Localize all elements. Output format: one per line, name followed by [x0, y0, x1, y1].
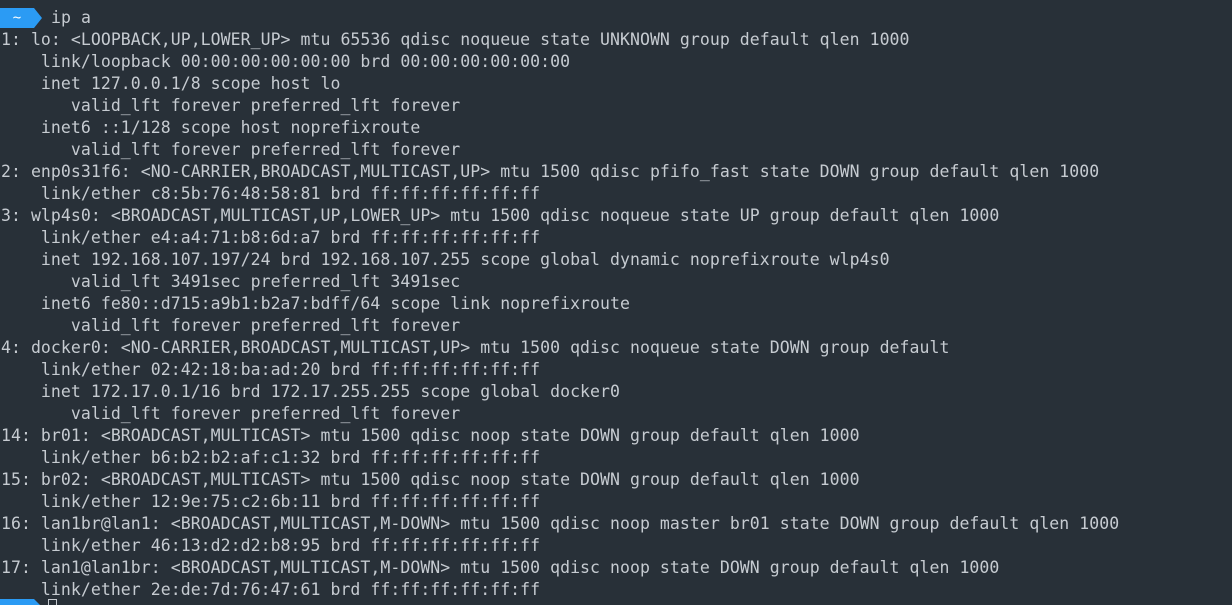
command-prompt: ~ ip a [0, 7, 91, 29]
output-line: link/loopback 00:00:00:00:00:00 brd 00:0… [1, 52, 571, 71]
output-line: 17: lan1@lan1br: <BROADCAST,MULTICAST,M-… [1, 558, 1000, 577]
output-line: 4: docker0: <NO-CARRIER,BROADCAST,MULTIC… [1, 338, 950, 357]
output-line: link/ether e4:a4:71:b8:6d:a7 brd ff:ff:f… [1, 228, 541, 247]
output-line: link/ether c8:5b:76:48:58:81 brd ff:ff:f… [1, 184, 541, 203]
output-line: inet 172.17.0.1/16 brd 172.17.255.255 sc… [1, 382, 620, 401]
next-prompt-arrow-icon [34, 599, 40, 605]
output-line: link/ether 46:13:d2:d2:b8:95 brd ff:ff:f… [1, 536, 541, 555]
next-prompt-badge [0, 599, 34, 605]
output-line: 16: lan1br@lan1: <BROADCAST,MULTICAST,M-… [1, 514, 1120, 533]
output-line: link/ether 2e:de:7d:76:47:61 brd ff:ff:f… [1, 580, 541, 599]
output-line: inet 127.0.0.1/8 scope host lo [1, 74, 341, 93]
output-line: 14: br01: <BROADCAST,MULTICAST> mtu 1500… [1, 426, 860, 445]
output-line: valid_lft forever preferred_lft forever [1, 96, 461, 115]
output-line: link/ether 02:42:18:ba:ad:20 brd ff:ff:f… [1, 360, 541, 379]
output-line: 15: br02: <BROADCAST,MULTICAST> mtu 1500… [1, 470, 860, 489]
output-line: valid_lft forever preferred_lft forever [1, 404, 461, 423]
output-line: valid_lft 3491sec preferred_lft 3491sec [1, 272, 461, 291]
terminal-window[interactable]: ~ ip a 1: lo: <LOOPBACK,UP,LOWER_UP> mtu… [0, 0, 1232, 605]
output-line: inet6 fe80::d715:a9b1:b2a7:bdff/64 scope… [1, 294, 630, 313]
prompt-directory: ~ [12, 10, 22, 26]
output-line: link/ether 12:9e:75:c2:6b:11 brd ff:ff:f… [1, 492, 541, 511]
output-line: 1: lo: <LOOPBACK,UP,LOWER_UP> mtu 65536 … [1, 30, 910, 49]
next-command-prompt [0, 599, 57, 605]
prompt-arrow-icon [34, 8, 42, 28]
output-line: inet6 ::1/128 scope host noprefixroute [1, 118, 421, 137]
output-line: valid_lft forever preferred_lft forever [1, 140, 461, 159]
output-line: valid_lft forever preferred_lft forever [1, 316, 461, 335]
output-line: 2: enp0s31f6: <NO-CARRIER,BROADCAST,MULT… [1, 162, 1100, 181]
command-text: ip a [51, 8, 91, 27]
output-line: 3: wlp4s0: <BROADCAST,MULTICAST,UP,LOWER… [1, 206, 1000, 225]
prompt-directory-badge: ~ [0, 8, 34, 28]
output-line: inet 192.168.107.197/24 brd 192.168.107.… [1, 250, 890, 269]
text-cursor[interactable] [48, 599, 57, 605]
output-line: link/ether b6:b2:b2:af:c1:32 brd ff:ff:f… [1, 448, 541, 467]
